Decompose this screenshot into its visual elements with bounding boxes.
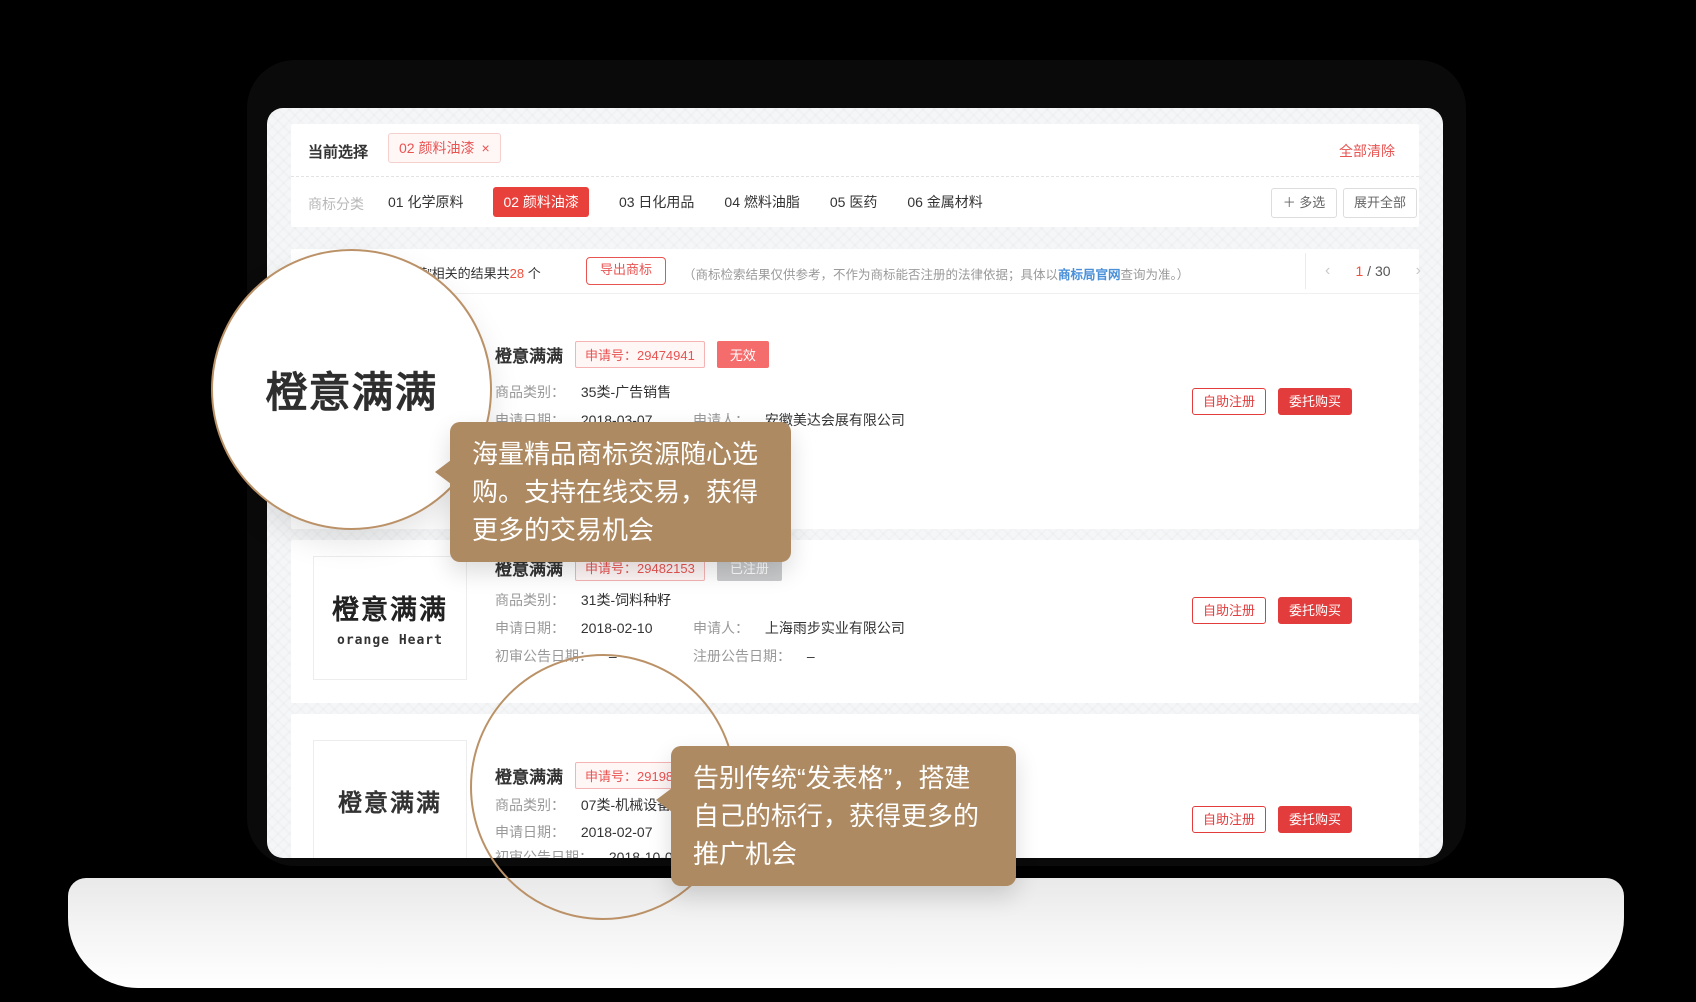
header-divider: [1305, 253, 1306, 289]
result-row: 橙意满满 orange Heart 橙意满满 申请号：29482153 已注册 …: [291, 540, 1419, 703]
category-item-06[interactable]: 06 金属材料: [907, 187, 982, 217]
multi-select-button[interactable]: ＋ 多选: [1271, 188, 1337, 218]
laptop-base: [68, 878, 1624, 988]
filter-card: 当前选择 02 颜料油漆 × 全部清除 商标分类 01 化学原料 02 颜料油漆 …: [291, 124, 1419, 227]
apply-date-value: 2018-02-10: [581, 620, 653, 636]
category-line: 商品类别： 31类-饲料种籽: [495, 590, 671, 610]
category-item-05[interactable]: 05 医药: [830, 187, 877, 217]
results-unit: 个: [524, 266, 541, 281]
self-register-button[interactable]: 自助注册: [1192, 388, 1266, 415]
export-trademarks-button[interactable]: 导出商标: [586, 257, 666, 285]
category-value: 31类-饲料种籽: [581, 592, 671, 608]
applicant-line: 申请人： 上海雨步实业有限公司: [693, 618, 905, 638]
apply-date-line: 申请日期： 2018-02-10: [495, 618, 653, 638]
prev-page-icon[interactable]: ‹: [1325, 262, 1330, 280]
results-header: 检索到“橙意满满”相关的结果共28 个 导出商标 （商标检索结果仅供参考，不作为…: [291, 249, 1419, 294]
applicant-label: 申请人：: [693, 620, 749, 636]
current-page: 1: [1355, 263, 1363, 279]
trademark-image-subtext: orange Heart: [337, 633, 443, 648]
applicant-value: 上海雨步实业有限公司: [765, 620, 905, 636]
category-item-02-selected[interactable]: 02 颜料油漆: [493, 187, 588, 217]
selected-filter-tag[interactable]: 02 颜料油漆 ×: [388, 133, 501, 163]
callout-tooltip-marketplace: 海量精品商标资源随心选购。支持在线交易，获得更多的交易机会: [450, 422, 791, 562]
entrust-purchase-button[interactable]: 委托购买: [1278, 388, 1352, 415]
category-label: 商品类别：: [495, 384, 565, 400]
expand-all-button[interactable]: 展开全部: [1343, 188, 1417, 218]
trademark-image-text: 橙意满满: [332, 588, 448, 627]
current-selection-label: 当前选择: [308, 141, 368, 162]
category-item-04[interactable]: 04 燃料油脂: [724, 187, 799, 217]
category-line: 商品类别： 35类-广告销售: [495, 382, 671, 402]
trademark-thumbnail-row2[interactable]: 橙意满满 orange Heart: [313, 556, 467, 680]
self-register-button[interactable]: 自助注册: [1192, 597, 1266, 624]
magnified-trademark-text: 橙意满满: [265, 359, 437, 420]
trademark-thumbnail-row3[interactable]: 橙意满满: [313, 740, 467, 858]
self-register-button[interactable]: 自助注册: [1192, 806, 1266, 833]
entrust-purchase-button[interactable]: 委托购买: [1278, 597, 1352, 624]
disclaimer-prefix: （商标检索结果仅供参考，不作为商标能否注册的法律依据；具体以: [683, 268, 1058, 282]
selected-filter-tag-text: 02 颜料油漆: [399, 140, 474, 156]
application-number-label: 申请号：: [585, 561, 637, 576]
clear-all-button[interactable]: 全部清除: [1339, 141, 1395, 161]
trademark-office-link[interactable]: 商标局官网: [1058, 268, 1121, 282]
pagination: ‹ 1 / 30 ›: [1325, 262, 1421, 280]
results-count: 28: [510, 266, 524, 281]
application-number-value: 29474941: [637, 348, 695, 363]
category-value: 35类-广告销售: [581, 384, 671, 400]
disclaimer-suffix: 查询为准。）: [1121, 268, 1190, 282]
trademark-title-row: 橙意满满 申请号：29474941 无效: [495, 341, 769, 368]
reg-pub-date-label: 注册公告日期：: [693, 648, 791, 664]
remove-tag-icon[interactable]: ×: [481, 140, 489, 156]
apply-date-label: 申请日期：: [495, 620, 565, 636]
trademark-image-text: 橙意满满: [338, 783, 442, 818]
category-label: 商品类别：: [495, 592, 565, 608]
trademark-name[interactable]: 橙意满满: [495, 342, 563, 367]
category-list: 01 化学原料 02 颜料油漆 03 日化用品 04 燃料油脂 05 医药 06…: [388, 187, 983, 217]
application-number-value: 29482153: [637, 561, 695, 576]
application-number-label: 申请号：: [585, 348, 637, 363]
total-pages: 30: [1375, 263, 1391, 279]
disclaimer-note: （商标检索结果仅供参考，不作为商标能否注册的法律依据；具体以商标局官网查询为准。…: [683, 264, 1189, 283]
reg-pub-date-value: –: [807, 648, 815, 664]
callout-tooltip-promotion: 告别传统“发表格”，搭建自己的标行，获得更多的推广机会: [671, 746, 1016, 886]
reg-pub-date-line: 注册公告日期： –: [693, 646, 815, 666]
category-item-01[interactable]: 01 化学原料: [388, 187, 463, 217]
category-item-03[interactable]: 03 日化用品: [619, 187, 694, 217]
application-number-badge: 申请号：29474941: [575, 341, 705, 368]
page-separator: /: [1367, 263, 1371, 279]
next-page-icon[interactable]: ›: [1416, 262, 1421, 280]
entrust-purchase-button[interactable]: 委托购买: [1278, 806, 1352, 833]
dashed-divider: [291, 176, 1419, 177]
status-badge-invalid: 无效: [717, 341, 769, 368]
category-filter-label: 商标分类: [308, 194, 364, 214]
